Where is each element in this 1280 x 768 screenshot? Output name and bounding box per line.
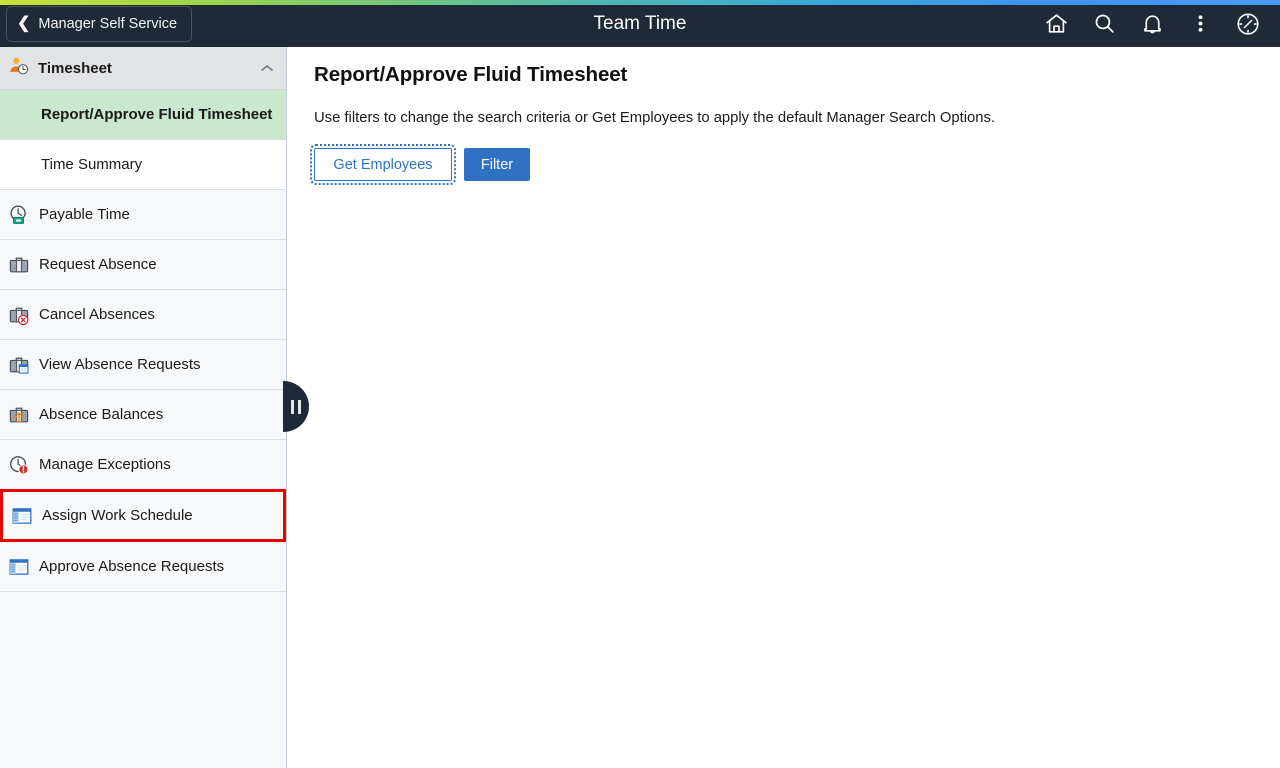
- sidebar-item-approve-absence-requests[interactable]: Approve Absence Requests: [0, 542, 286, 592]
- sidebar-item-label: Payable Time: [39, 206, 130, 223]
- app-root: ❮ Manager Self Service Team Time Timeshe…: [0, 0, 1280, 768]
- sidebar-item-assign-work-schedule[interactable]: Assign Work Schedule: [0, 489, 286, 542]
- sidebar-item-label: Assign Work Schedule: [42, 507, 193, 524]
- window-panel-icon: [11, 505, 33, 527]
- sidebar-item-label: Cancel Absences: [39, 306, 155, 323]
- handle-bar-icon: [291, 399, 294, 414]
- briefcase-icon: [8, 254, 30, 276]
- sidebar-subitem-label: Time Summary: [41, 156, 143, 173]
- action-button-row: Get Employees Filter: [310, 144, 1280, 185]
- sidebar-item-view-absence-requests[interactable]: View Absence Requests: [0, 340, 286, 390]
- sidebar-item-absence-balances[interactable]: Absence Balances: [0, 390, 286, 440]
- back-chevron-icon: ❮: [17, 14, 31, 32]
- back-button-label: Manager Self Service: [38, 15, 178, 32]
- sidebar-subitem-label: Report/Approve Fluid Timesheet: [41, 106, 273, 123]
- sidebar-item-manage-exceptions[interactable]: Manage Exceptions: [0, 440, 286, 490]
- handle-bar-icon: [298, 399, 301, 414]
- sidebar-item-payable-time[interactable]: Payable Time: [0, 190, 286, 240]
- page-title: Report/Approve Fluid Timesheet: [314, 63, 628, 86]
- sidebar-item-label: View Absence Requests: [39, 356, 201, 373]
- sidebar-item-label: Absence Balances: [39, 406, 164, 423]
- top-gradient-strip: [0, 0, 1280, 5]
- chevron-up-icon[interactable]: [260, 61, 274, 76]
- app-header: ❮ Manager Self Service Team Time: [0, 0, 1280, 47]
- get-employees-button[interactable]: Get Employees: [310, 144, 456, 185]
- sidebar-navigation: Timesheet Report/Approve Fluid Timesheet…: [0, 47, 287, 768]
- briefcase-calendar-icon: [8, 354, 30, 376]
- sidebar-item-cancel-absences[interactable]: Cancel Absences: [0, 290, 286, 340]
- briefcase-balance-icon: [8, 404, 30, 426]
- actions-kebab-icon[interactable]: [1176, 0, 1224, 47]
- window-panel-icon: [8, 556, 30, 578]
- notifications-bell-icon[interactable]: [1128, 0, 1176, 47]
- back-button[interactable]: ❮ Manager Self Service: [6, 5, 193, 42]
- navbar-compass-icon[interactable]: [1224, 0, 1272, 47]
- clock-alert-icon: [8, 454, 30, 476]
- header-icon-group: [1032, 0, 1272, 47]
- sidebar-item-report-approve-fluid-timesheet[interactable]: Report/Approve Fluid Timesheet: [0, 90, 286, 140]
- home-icon[interactable]: [1032, 0, 1080, 47]
- sidebar-item-time-summary[interactable]: Time Summary: [0, 140, 286, 190]
- search-icon[interactable]: [1080, 0, 1128, 47]
- sidebar-group-label: Timesheet: [38, 59, 112, 77]
- main-content: Report/Approve Fluid Timesheet Use filte…: [288, 47, 1280, 768]
- sidebar-item-label: Request Absence: [39, 256, 157, 273]
- sidebar-item-label: Manage Exceptions: [39, 456, 171, 473]
- sidebar-group-timesheet[interactable]: Timesheet: [0, 47, 286, 90]
- clock-money-icon: [8, 204, 30, 226]
- briefcase-cancel-icon: [8, 304, 30, 326]
- sidebar-item-request-absence[interactable]: Request Absence: [0, 240, 286, 290]
- filter-button[interactable]: Filter: [464, 148, 530, 181]
- instructions-text: Use filters to change the search criteri…: [314, 110, 996, 126]
- sidebar-item-label: Approve Absence Requests: [39, 558, 225, 575]
- person-clock-icon: [8, 55, 30, 82]
